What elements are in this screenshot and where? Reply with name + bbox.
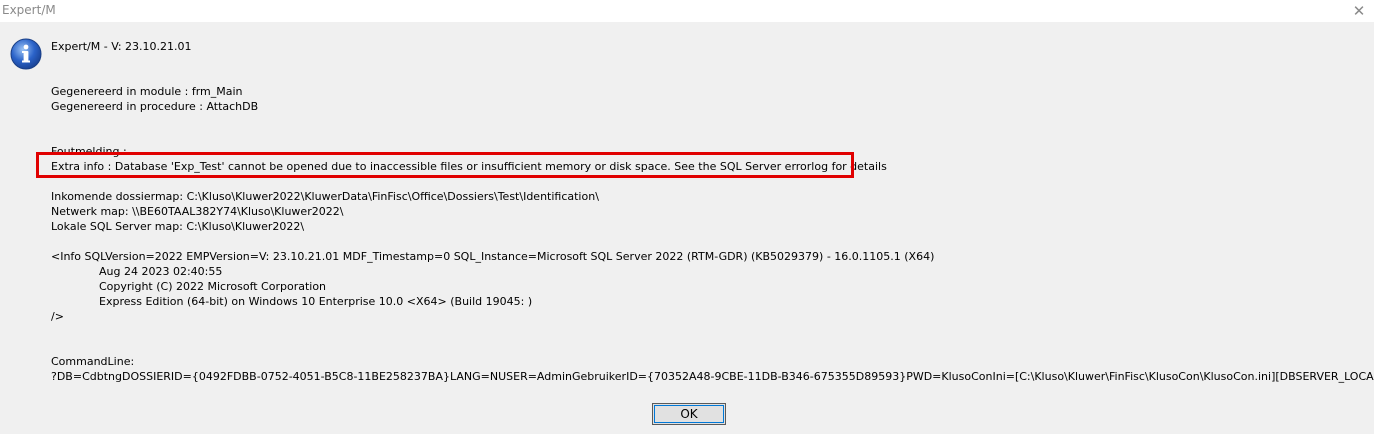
info-icon <box>10 38 42 70</box>
incoming-folder-line: Inkomende dossiermap: C:\Kluso\Kluwer202… <box>51 190 599 203</box>
close-icon[interactable]: ✕ <box>1348 2 1370 20</box>
commandline-value: ?DB=CdbtngDOSSIERID={0492FDBB-0752-4051-… <box>51 370 1374 383</box>
network-folder-line: Netwerk map: \\BE60TAAL382Y74\Kluso\Kluw… <box>51 205 344 218</box>
info-copyright: Copyright (C) 2022 Microsoft Corporation <box>99 280 327 293</box>
info-date: Aug 24 2023 02:40:55 <box>99 265 223 278</box>
local-sql-folder-line: Lokale SQL Server map: C:\Kluso\Kluwer20… <box>51 220 305 233</box>
version-line: Expert/M - V: 23.10.21.01 <box>51 40 192 53</box>
info-edition: Express Edition (64-bit) on Windows 10 E… <box>99 295 533 308</box>
info-line: <Info SQLVersion=2022 EMPVersion=V: 23.1… <box>51 250 935 263</box>
error-highlight-box <box>36 152 854 178</box>
ok-button[interactable]: OK <box>652 403 726 425</box>
procedure-line: Gegenereerd in procedure : AttachDB <box>51 100 259 113</box>
info-copyright-row: Copyright (C) 2022 Microsoft Corporation <box>51 279 326 294</box>
module-line: Gegenereerd in module : frm_Main <box>51 85 243 98</box>
title-bar: Expert/M ✕ <box>0 0 1374 22</box>
info-close: /> <box>51 310 64 323</box>
info-edition-row: Express Edition (64-bit) on Windows 10 E… <box>51 294 532 309</box>
commandline-row: ?DB=CdbtngDOSSIERID={0492FDBB-0752-4051-… <box>51 369 1374 384</box>
commandline-label: CommandLine: <box>51 355 135 368</box>
window-title: Expert/M <box>2 3 56 17</box>
info-date-row: Aug 24 2023 02:40:55 <box>51 264 222 279</box>
